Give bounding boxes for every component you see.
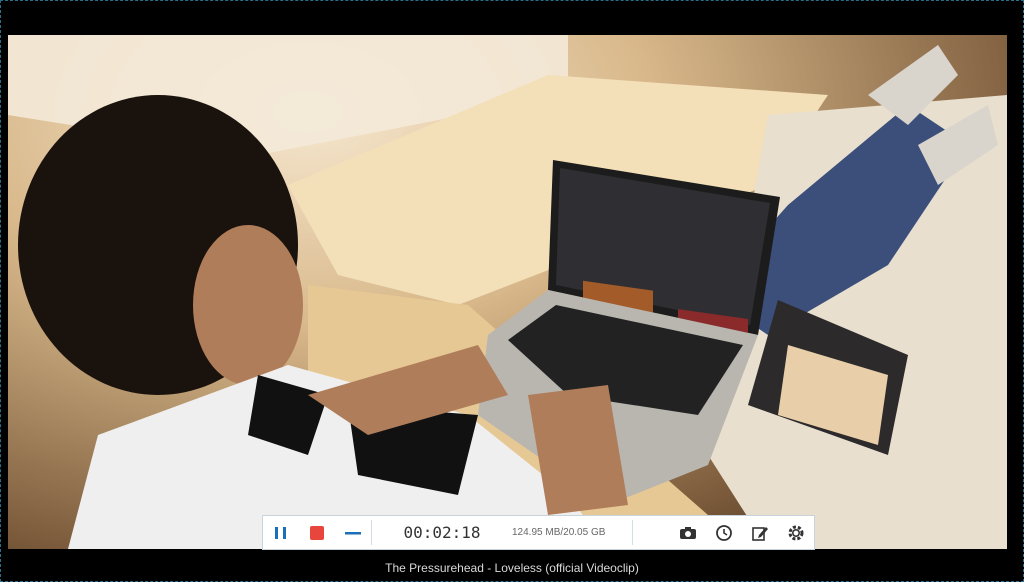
- video-title: The Pressurehead - Loveless (official Vi…: [385, 561, 639, 575]
- video-frame: [8, 35, 1007, 549]
- screen-recorder-toolbar: 00:02:18 124.95 MB/20.05 GB: [262, 515, 815, 550]
- gear-icon: [788, 525, 804, 540]
- clock-icon: [716, 524, 732, 541]
- settings-button[interactable]: [778, 515, 814, 550]
- minimize-icon: [345, 531, 361, 534]
- schedule-button[interactable]: [706, 515, 742, 550]
- elapsed-time: 00:02:18: [403, 523, 481, 542]
- video-scene: [8, 35, 1007, 549]
- camera-icon: [680, 526, 696, 539]
- edit-button[interactable]: [742, 515, 778, 550]
- file-size: 124.95 MB/20.05 GB: [512, 527, 606, 538]
- stop-button[interactable]: [299, 515, 335, 550]
- pause-button[interactable]: [263, 515, 299, 550]
- screenshot-button[interactable]: [670, 515, 706, 550]
- toolbar-divider: [632, 520, 633, 545]
- pause-icon: [275, 526, 286, 539]
- minimize-button[interactable]: [335, 515, 371, 550]
- stop-icon: [310, 525, 324, 540]
- edit-icon: [752, 526, 768, 541]
